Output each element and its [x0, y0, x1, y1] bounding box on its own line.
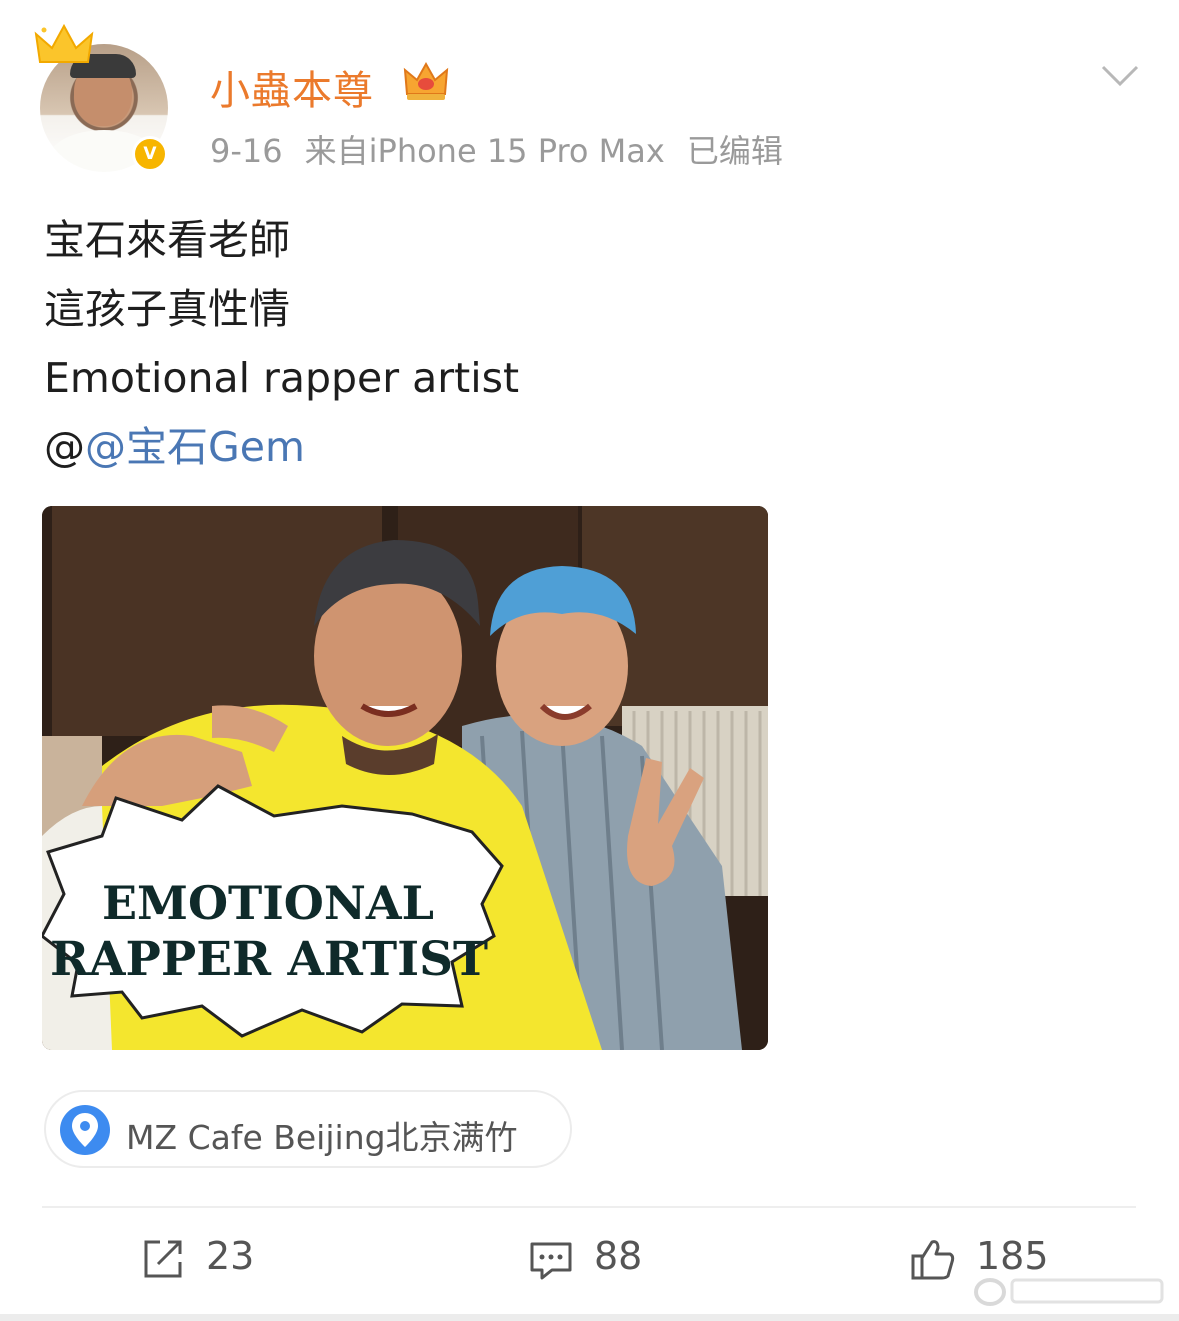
- location-tag[interactable]: MZ Cafe Beijing北京满竹: [44, 1090, 572, 1168]
- repost-button[interactable]: 23: [140, 1232, 300, 1288]
- avatar-crown-icon: [34, 23, 94, 63]
- post-edited-label[interactable]: 已编辑: [687, 132, 783, 170]
- repost-icon: [144, 1240, 182, 1278]
- comment-button[interactable]: 88: [528, 1232, 688, 1288]
- author-avatar[interactable]: V: [34, 23, 168, 172]
- thumbs-up-icon: [911, 1240, 955, 1280]
- watermark: [974, 1278, 1164, 1306]
- post-date: 9-16: [210, 132, 283, 170]
- map-pin-icon: [60, 1105, 110, 1155]
- mention-link[interactable]: @宝石Gem: [85, 423, 305, 471]
- comment-icon: [530, 1242, 572, 1280]
- comment-count: 88: [594, 1234, 643, 1278]
- post-mention-line: @@宝石Gem: [44, 413, 519, 482]
- verified-badge-icon: V: [132, 136, 168, 172]
- author-name[interactable]: 小蟲本尊: [210, 58, 374, 116]
- mention-prefix: @: [44, 423, 85, 471]
- post-text-line: 宝石來看老師: [44, 216, 290, 264]
- bottom-strip: [0, 1314, 1179, 1321]
- photo-caption-line1: EMOTIONAL: [102, 876, 434, 930]
- post-text-line: 這孩子真性情: [44, 285, 290, 333]
- vip-crown-icon[interactable]: [402, 58, 450, 102]
- post-text-line: Emotional rapper artist: [44, 354, 520, 402]
- post-photo[interactable]: EMOTIONAL RAPPER ARTIST: [42, 506, 768, 1050]
- location-label: MZ Cafe Beijing北京满竹: [126, 1118, 518, 1157]
- divider: [42, 1206, 1136, 1208]
- weibo-post-card: V 小蟲本尊 9-16 来自iPhone 15 Pro Max 已编辑 宝石來看老師…: [0, 0, 1179, 1314]
- post-source: 来自iPhone 15 Pro Max: [304, 132, 665, 170]
- post-meta: 9-16 来自iPhone 15 Pro Max 已编辑: [210, 126, 805, 172]
- post-body: 宝石來看老師 這孩子真性情 Emotional rapper artist @@…: [44, 206, 519, 482]
- repost-count: 23: [206, 1234, 255, 1278]
- chevron-down-icon[interactable]: [1100, 64, 1140, 88]
- photo-caption-line2: RAPPER ARTIST: [50, 932, 489, 987]
